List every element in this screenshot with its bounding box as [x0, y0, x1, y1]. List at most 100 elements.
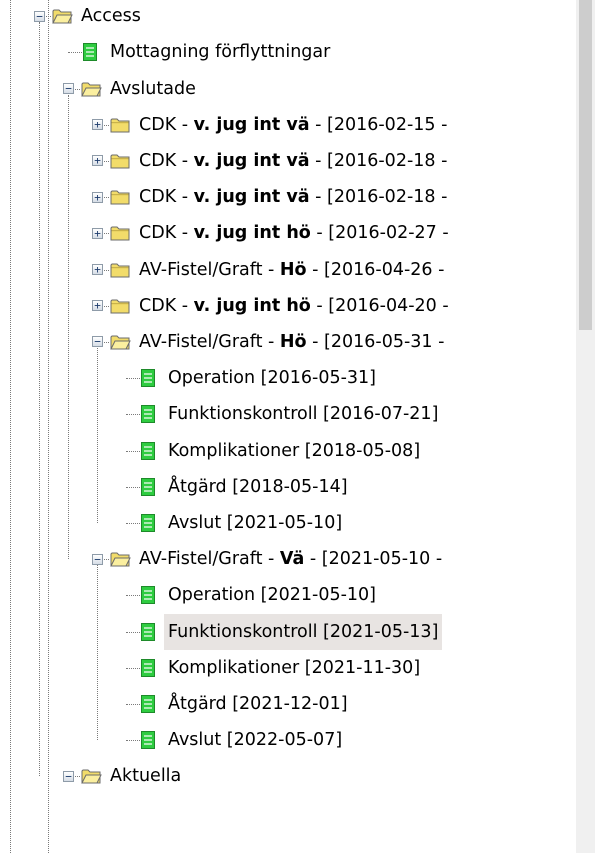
tree-node-label[interactable]: AV-Fistel/Graft - Hö - [2016-04-26 -: [135, 252, 448, 288]
folder-icon[interactable]: [110, 153, 131, 174]
node-text: Åtgärd [2021-12-01]: [168, 693, 348, 714]
tree-connector: [126, 450, 140, 452]
tree-connector: [126, 414, 140, 416]
folder-icon[interactable]: [110, 189, 131, 210]
tree-node-label[interactable]: Avslut [2021-05-10]: [164, 505, 346, 541]
document-icon[interactable]: [141, 658, 155, 682]
document-icon[interactable]: [141, 586, 155, 609]
folder-open-icon[interactable]: [110, 334, 131, 355]
expand-toggle-icon[interactable]: +: [92, 227, 103, 239]
tree-node-label-selected[interactable]: Funktionskontroll [2021-05-13]: [164, 613, 443, 650]
tree-connector: [97, 565, 98, 741]
document-icon[interactable]: [141, 731, 155, 754]
node-text: Funktionskontroll [2016-07-21]: [168, 404, 439, 425]
expand-toggle-icon[interactable]: +: [92, 191, 103, 203]
tree-node-label[interactable]: AV-Fistel/Graft - Vä - [2021-05-10 -: [135, 541, 446, 577]
folder-icon[interactable]: [110, 117, 131, 138]
tree-connector: [126, 740, 140, 742]
tree-node-label[interactable]: Avslutade: [106, 71, 200, 107]
tree-connector: [97, 347, 98, 523]
tree-node-label[interactable]: Mottagning förflyttningar: [106, 34, 334, 70]
node-text: - [2016-05-31 -: [306, 331, 445, 352]
tree-connector: [126, 595, 140, 597]
node-emphasis-text: Vä: [279, 549, 305, 570]
collapse-toggle-icon[interactable]: −: [63, 83, 74, 94]
tree-node-label[interactable]: Komplikationer [2018-05-08]: [164, 433, 424, 469]
expand-toggle-icon[interactable]: +: [92, 300, 103, 312]
node-text: - [2016-02-18 -: [309, 187, 448, 208]
node-emphasis-text: v. jug int vä: [193, 150, 310, 171]
tree-node-label[interactable]: CDK - v. jug int hö - [2016-02-27 -: [135, 215, 453, 251]
document-icon[interactable]: [141, 513, 155, 537]
folder-open-icon[interactable]: [52, 8, 73, 29]
tree-connector: [126, 667, 140, 669]
folder-icon[interactable]: [110, 225, 131, 246]
tree-node-label[interactable]: AV-Fistel/Graft - Hö - [2016-05-31 -: [135, 324, 448, 360]
node-text: CDK -: [139, 223, 194, 244]
document-icon[interactable]: [141, 369, 155, 392]
tree-connector: [39, 22, 40, 777]
folder-icon[interactable]: [110, 298, 131, 319]
tree-connector: [126, 631, 140, 633]
tree-node-label[interactable]: CDK - v. jug int vä - [2016-02-15 -: [135, 107, 451, 143]
node-text: - [2016-04-26 -: [306, 259, 445, 280]
tree-node-label[interactable]: Aktuella: [106, 758, 185, 794]
document-icon[interactable]: [141, 477, 155, 501]
document-icon[interactable]: [141, 405, 155, 428]
node-text: Operation [2021-05-10]: [168, 585, 377, 606]
tree-node-label[interactable]: Åtgärd [2021-12-01]: [164, 686, 352, 722]
tree-node-label[interactable]: Åtgärd [2018-05-14]: [164, 469, 352, 505]
node-emphasis-text: Hö: [279, 259, 307, 280]
node-text: CDK -: [139, 150, 194, 171]
expand-toggle-icon[interactable]: +: [92, 119, 103, 131]
document-icon[interactable]: [141, 622, 155, 646]
collapse-toggle-icon[interactable]: −: [63, 770, 74, 782]
folder-open-icon[interactable]: [81, 81, 102, 102]
tree-node-label[interactable]: Funktionskontroll [2016-07-21]: [164, 396, 442, 432]
collapse-toggle-icon[interactable]: −: [92, 336, 103, 348]
document-icon[interactable]: [83, 43, 97, 66]
tree-node-label[interactable]: Operation [2016-05-31]: [164, 360, 380, 396]
tree-connector: [48, 0, 49, 853]
node-text: AV-Fistel/Graft -: [139, 259, 280, 280]
tree-node-label[interactable]: Access: [77, 0, 145, 34]
node-text: CDK -: [139, 295, 194, 316]
node-text: - [2016-04-20 -: [310, 295, 449, 316]
node-text: Avslut [2022-05-07]: [168, 730, 343, 751]
node-text: - [2016-02-18 -: [309, 150, 448, 171]
tree-connector: [68, 52, 82, 54]
node-emphasis-text: v. jug int vä: [193, 187, 310, 208]
node-text: CDK -: [139, 114, 194, 135]
tree-node-label[interactable]: Operation [2021-05-10]: [164, 577, 380, 613]
node-text: - [2016-02-27 -: [310, 223, 449, 244]
document-icon[interactable]: [141, 694, 155, 718]
node-text: Funktionskontroll [2021-05-13]: [168, 621, 439, 642]
vertical-scrollbar[interactable]: [576, 0, 595, 853]
node-text: - [2016-02-15 -: [309, 114, 448, 135]
node-text: Komplikationer [2021-11-30]: [168, 657, 421, 678]
scrollbar-thumb[interactable]: [579, 0, 592, 330]
tree-node-label[interactable]: CDK - v. jug int hö - [2016-04-20 -: [135, 288, 453, 324]
node-emphasis-text: v. jug int vä: [193, 114, 310, 135]
tree-node-label[interactable]: Avslut [2022-05-07]: [164, 722, 346, 758]
expand-toggle-icon[interactable]: +: [92, 155, 103, 167]
tree-node-label[interactable]: Komplikationer [2021-11-30]: [164, 650, 424, 686]
folder-open-icon[interactable]: [110, 551, 131, 572]
tree-node-label[interactable]: CDK - v. jug int vä - [2016-02-18 -: [135, 179, 451, 215]
tree-node-label[interactable]: CDK - v. jug int vä - [2016-02-18 -: [135, 143, 451, 179]
node-emphasis-text: Hö: [279, 331, 307, 352]
node-text: Komplikationer [2018-05-08]: [168, 440, 421, 461]
tree-connector: [126, 378, 140, 380]
tree-connector: [126, 486, 140, 488]
node-emphasis-text: v. jug int hö: [193, 295, 311, 316]
expand-toggle-icon[interactable]: +: [92, 264, 103, 275]
folder-icon[interactable]: [110, 262, 131, 283]
node-text: Mottagning förflyttningar: [110, 42, 331, 63]
collapse-toggle-icon[interactable]: −: [34, 10, 45, 22]
document-icon[interactable]: [141, 441, 155, 465]
folder-open-icon[interactable]: [81, 768, 102, 789]
tree-connector: [10, 0, 11, 853]
tree-connector: [126, 522, 140, 524]
tree-view: − Access Mottagning förflyttningar − Avsl…: [0, 0, 576, 853]
collapse-toggle-icon[interactable]: −: [92, 553, 103, 565]
